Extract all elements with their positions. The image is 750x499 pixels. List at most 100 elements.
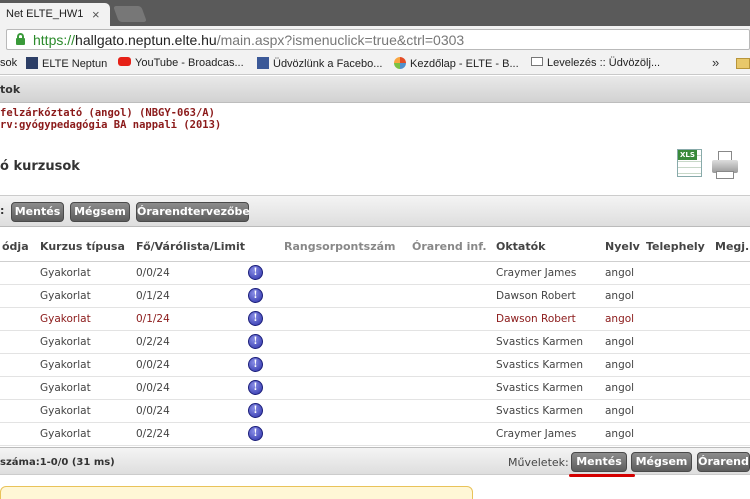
joomla-icon xyxy=(394,57,406,69)
bookmarks-more-icon[interactable]: » xyxy=(712,55,719,70)
col-teachers[interactable]: Oktatók xyxy=(494,232,603,262)
mail-icon xyxy=(531,57,543,66)
table-row[interactable]: Gyakorlat 0/0/24 ! Svastics Karmen angol xyxy=(0,399,750,423)
course-count: 0/1/24 xyxy=(134,284,246,308)
col-code[interactable]: ódja xyxy=(0,232,38,262)
bookmark-item[interactable]: sok xyxy=(0,57,17,69)
table-row[interactable]: Gyakorlat 0/0/24 ! Svastics Karmen angol xyxy=(0,353,750,377)
course-count: 0/0/24 xyxy=(134,353,246,377)
footer-timetable-button[interactable]: Órarend xyxy=(697,452,750,472)
course-type: Gyakorlat xyxy=(38,399,134,423)
folder-icon[interactable] xyxy=(736,58,750,69)
course-language: angol xyxy=(603,376,644,400)
bookmarks-bar: sok ELTE Neptun YouTube - Broadcas... Üd… xyxy=(0,53,750,75)
course-type: Gyakorlat xyxy=(38,353,134,377)
course-teacher: Svastics Karmen xyxy=(494,353,603,377)
course-language: angol xyxy=(603,261,644,285)
footer-cancel-button[interactable]: Mégsem xyxy=(631,452,692,472)
lock-icon[interactable] xyxy=(16,33,25,45)
page-title: ó kurzusok xyxy=(0,159,80,174)
course-language: angol xyxy=(603,284,644,308)
table-row[interactable]: Gyakorlat 0/2/24 ! Craymer James angol xyxy=(0,422,750,446)
course-teacher: Svastics Karmen xyxy=(494,330,603,354)
table-row[interactable]: Gyakorlat 0/1/24 ! Dawson Robert angol xyxy=(0,284,750,308)
top-toolbar: : Mentés Mégsem Órarendtervezőbe xyxy=(0,195,750,227)
info-icon[interactable]: ! xyxy=(248,288,263,303)
col-schedule-info[interactable]: Órarend inf. xyxy=(410,232,494,262)
info-icon[interactable]: ! xyxy=(248,311,263,326)
course-table: ódja Kurzus típusa Fő/Várólista/Limit Ra… xyxy=(0,232,750,446)
course-type: Gyakorlat xyxy=(38,261,134,285)
course-count: 0/2/24 xyxy=(134,422,246,446)
table-row-selected[interactable]: Gyakorlat 0/1/24 ! Dawson Robert angol xyxy=(0,307,750,331)
course-language: angol xyxy=(603,307,644,331)
info-icon[interactable]: ! xyxy=(248,357,263,372)
subject-name: felzárkóztató (angol) (NBGY-063/A) xyxy=(0,107,215,119)
course-language: angol xyxy=(603,422,644,446)
cancel-button[interactable]: Mégsem xyxy=(70,202,130,222)
course-teacher: Svastics Karmen xyxy=(494,376,603,400)
course-count: 0/0/24 xyxy=(134,399,246,423)
youtube-icon xyxy=(118,57,131,66)
course-teacher: Dawson Robert xyxy=(494,284,603,308)
course-language: angol xyxy=(603,399,644,423)
printer-icon[interactable] xyxy=(712,151,738,181)
subject-program: rv:gyógypedagógia BA nappali (2013) xyxy=(0,119,222,131)
table-row[interactable]: Gyakorlat 0/0/24 ! Svastics Karmen angol xyxy=(0,376,750,400)
course-language: angol xyxy=(603,353,644,377)
info-icon[interactable]: ! xyxy=(248,265,263,280)
info-icon[interactable]: ! xyxy=(248,403,263,418)
footer-save-button[interactable]: Mentés xyxy=(571,452,627,472)
col-site[interactable]: Telephely xyxy=(644,232,713,262)
bookmark-youtube[interactable]: YouTube - Broadcas... xyxy=(118,57,244,69)
course-teacher: Svastics Karmen xyxy=(494,399,603,423)
course-type: Gyakorlat xyxy=(38,422,134,446)
tab-close-icon[interactable]: × xyxy=(92,7,100,22)
record-count: száma:1-0/0 (31 ms) xyxy=(0,457,115,468)
col-course-type[interactable]: Kurzus típusa xyxy=(38,232,134,262)
info-icon[interactable]: ! xyxy=(248,380,263,395)
bookmark-elte-neptun[interactable]: ELTE Neptun xyxy=(26,57,107,70)
course-teacher: Craymer James xyxy=(494,422,603,446)
excel-export-icon[interactable]: XLS xyxy=(677,149,702,177)
course-type: Gyakorlat xyxy=(38,284,134,308)
bookmark-mail[interactable]: Levelezés :: Üdvözölj... xyxy=(531,57,660,69)
col-count[interactable]: Fő/Várólista/Limit xyxy=(134,232,246,262)
footer-toolbar: száma:1-0/0 (31 ms) Műveletek: Mentés Mé… xyxy=(0,447,750,475)
col-language[interactable]: Nyelv xyxy=(603,232,644,262)
course-language: angol xyxy=(603,330,644,354)
course-type: Gyakorlat xyxy=(38,330,134,354)
course-count: 0/0/24 xyxy=(134,376,246,400)
col-rank-score[interactable]: Rangsorpontszám xyxy=(282,232,410,262)
browser-tab[interactable]: Net ELTE_HW1 × xyxy=(0,3,110,26)
course-type: Gyakorlat xyxy=(38,376,134,400)
url-text[interactable]: https://hallgato.neptun.elte.hu/main.asp… xyxy=(33,32,464,48)
course-count: 0/0/24 xyxy=(134,261,246,285)
notice-panel xyxy=(0,486,473,499)
section-header: tok xyxy=(0,76,750,103)
col-info xyxy=(246,232,282,262)
operations-label: Műveletek: xyxy=(508,456,569,469)
timetable-planner-button[interactable]: Órarendtervezőbe xyxy=(136,202,250,222)
highlight-underline xyxy=(569,474,635,477)
bookmark-elte[interactable]: Kezdőlap - ELTE - B... xyxy=(394,57,519,70)
toolbar-label: : xyxy=(0,204,5,217)
table-header-row: ódja Kurzus típusa Fő/Várólista/Limit Ra… xyxy=(0,232,750,262)
section-header-title: tok xyxy=(0,83,21,96)
course-teacher: Dawson Robert xyxy=(494,307,603,331)
save-button[interactable]: Mentés xyxy=(11,202,64,222)
col-note[interactable]: Megj. xyxy=(713,232,750,262)
address-bar[interactable]: https://hallgato.neptun.elte.hu/main.asp… xyxy=(6,29,750,50)
elte-icon xyxy=(26,57,38,69)
table-row[interactable]: Gyakorlat 0/0/24 ! Craymer James angol xyxy=(0,261,750,285)
new-tab-button[interactable] xyxy=(113,6,147,22)
course-count: 0/1/24 xyxy=(134,307,246,331)
tab-title: Net ELTE_HW1 xyxy=(6,8,84,20)
table-row[interactable]: Gyakorlat 0/2/24 ! Svastics Karmen angol xyxy=(0,330,750,354)
info-icon[interactable]: ! xyxy=(248,334,263,349)
facebook-icon xyxy=(257,57,269,69)
course-count: 0/2/24 xyxy=(134,330,246,354)
info-icon[interactable]: ! xyxy=(248,426,263,441)
bookmark-facebook[interactable]: Üdvözlünk a Facebo... xyxy=(257,57,382,70)
course-teacher: Craymer James xyxy=(494,261,603,285)
